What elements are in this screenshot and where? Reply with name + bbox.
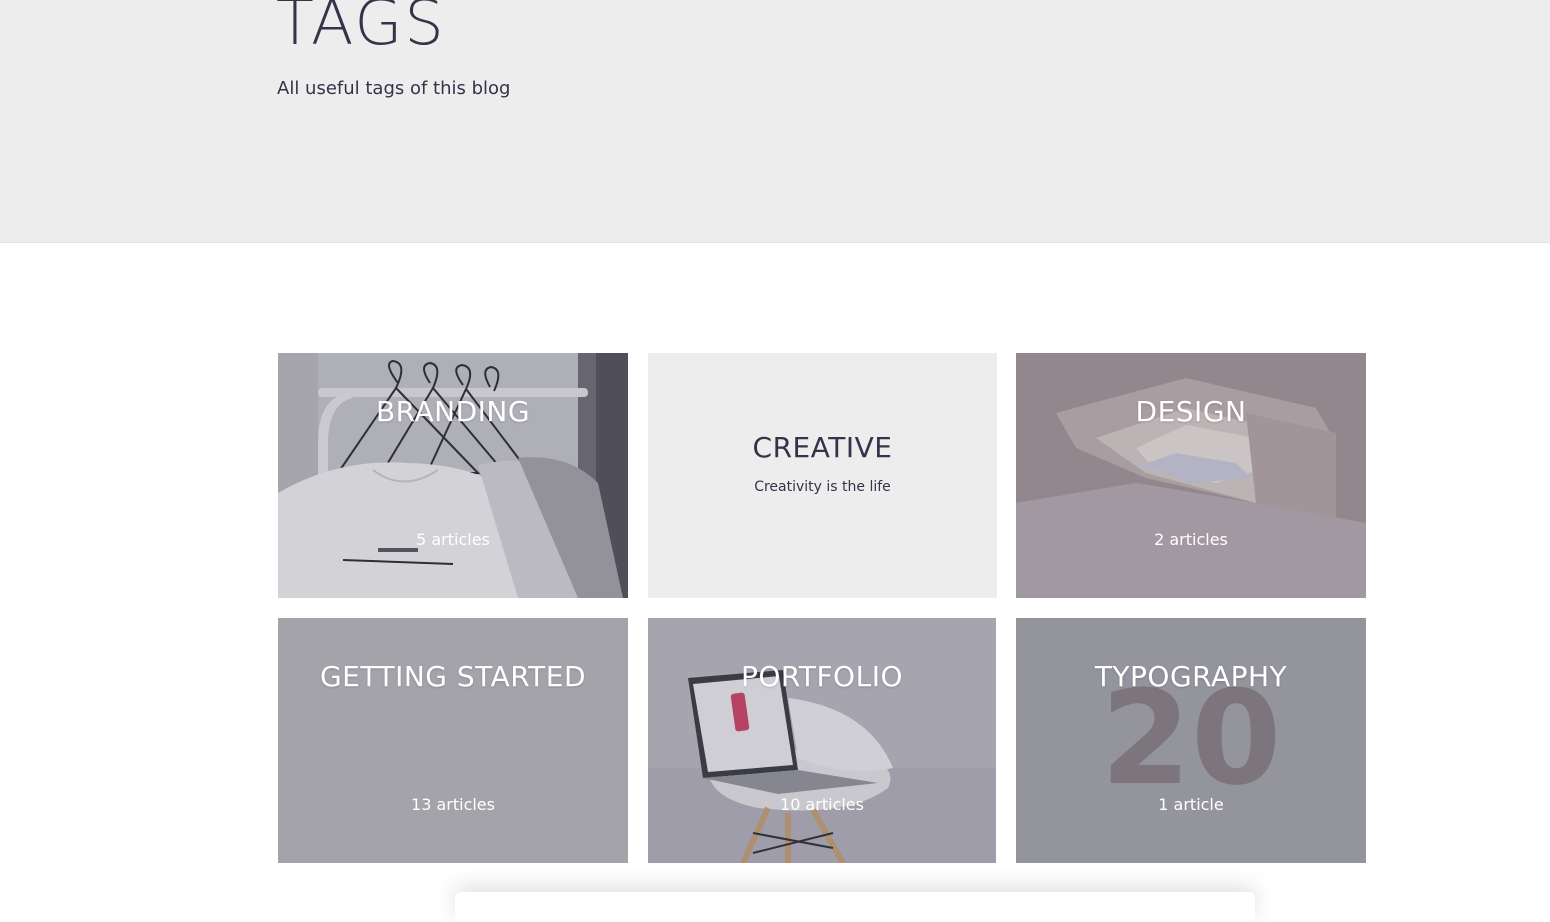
page-title: TAGS [276, 0, 446, 59]
tag-name: GETTING STARTED [319, 660, 587, 693]
tag-card-branding[interactable]: BRANDING 5 articles [278, 353, 628, 598]
tag-article-count: 1 article [1158, 795, 1224, 814]
tag-article-count: 5 articles [416, 530, 490, 549]
card-overlay [278, 353, 628, 598]
tag-name: CREATIVE [752, 431, 893, 464]
tag-description: Creativity is the life [754, 479, 891, 495]
page-header: TAGS All useful tags of this blog [0, 0, 1550, 243]
tag-card-design[interactable]: DESIGN 2 articles [1016, 353, 1366, 598]
tag-name: PORTFOLIO [741, 660, 903, 693]
card-overlay [1016, 618, 1366, 863]
tag-card-typography[interactable]: 20 TYPOGRAPHY 1 article [1016, 618, 1366, 863]
tag-name: DESIGN [1135, 395, 1247, 428]
tag-article-count: 13 articles [411, 795, 495, 814]
tag-article-count: 2 articles [1154, 530, 1228, 549]
tag-card-portfolio[interactable]: PORTFOLIO 10 articles [648, 618, 996, 863]
card-overlay [1016, 353, 1366, 598]
tag-card-getting-started[interactable]: GETTING STARTED 13 articles [278, 618, 628, 863]
page-subtitle: All useful tags of this blog [277, 78, 511, 99]
card-overlay [648, 618, 996, 863]
tag-article-count: 10 articles [780, 795, 864, 814]
bottom-section-edge [455, 892, 1255, 922]
tag-name: TYPOGRAPHY [1094, 660, 1288, 693]
tag-name: BRANDING [375, 395, 531, 428]
tag-card-creative[interactable]: CREATIVE Creativity is the life [648, 353, 997, 598]
